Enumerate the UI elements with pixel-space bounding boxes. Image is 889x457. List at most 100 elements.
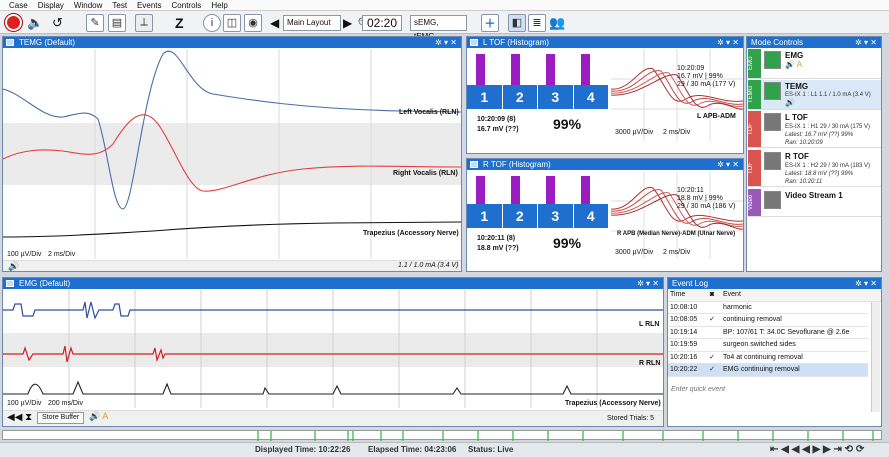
menu-case[interactable]: Case [4, 0, 33, 10]
camera-icon[interactable]: ◉ [244, 13, 262, 32]
event-row[interactable]: 10:20:16 ✓ To4 at continuing removal [668, 352, 868, 364]
playback-controls-icon[interactable]: ⇤ ◀ ◀ ◀ ▶ ▶ ⇥ ⟲ ⟳ [770, 444, 864, 455]
panel-tools-icon[interactable]: ✲ ▾ ✕ [717, 37, 739, 48]
timer-display[interactable]: 02:20 [362, 14, 402, 31]
rtof-percent: 99% [553, 235, 582, 251]
event-checkbox[interactable] [704, 339, 720, 351]
info-icon[interactable]: i [203, 13, 221, 32]
menu-help[interactable]: Help [206, 0, 232, 10]
speaker-icon[interactable]: 🔊 [785, 99, 795, 107]
rtof-scale: 3000 µV/Div [615, 249, 654, 256]
menu-events[interactable]: Events [132, 0, 166, 10]
mode-tab: Video [748, 189, 761, 216]
event-checkbox[interactable] [704, 302, 720, 314]
event-row[interactable]: 10:19:59 surgeon switched sides [668, 339, 868, 352]
event-row[interactable]: 10:08:10 harmonic [668, 302, 868, 314]
menu-test[interactable]: Test [107, 0, 132, 10]
ltof-title: L TOF (Histogram) [483, 38, 550, 47]
emg-timebase: 200 ms/Div [48, 400, 84, 407]
z-icon[interactable]: Z [175, 13, 184, 32]
event-list: 10:08:10 harmonic 10:08:05 ✓ continuing rem… [668, 302, 868, 377]
pulse-number: 4 [574, 204, 609, 228]
mode-detail: ES-IX 1 : H1 29 / 30 mA (175 V) [785, 124, 871, 130]
event-time: 10:20:22 [670, 366, 698, 373]
mode-toggle[interactable] [764, 51, 781, 69]
speaker-icon[interactable]: 🔊 [8, 261, 19, 272]
users-icon[interactable]: 👥 [549, 13, 565, 32]
history-icon[interactable]: ↺ [52, 13, 63, 32]
event-row[interactable]: 10:20:22 ✓ EMG continuing removal [668, 364, 868, 377]
mode-item-video[interactable]: Video Video Stream 1 [748, 189, 881, 217]
event-row[interactable]: 10:19:14 BP: 107/61 T: 34.0C Sevoflurane … [668, 327, 868, 339]
rtof-readout-mv: 18.8 mV | 99% [677, 195, 723, 202]
status-bar: Displayed Time: 10:22:26 Elapsed Time: 0… [0, 442, 889, 457]
edit-icon[interactable]: ▤ [108, 13, 126, 32]
mode-toggle[interactable] [764, 82, 781, 100]
add-icon[interactable]: ＋ [481, 13, 499, 32]
next-layout-button[interactable]: ▶ [343, 13, 352, 32]
layout-group: Main Layout [283, 13, 341, 32]
panel-tools-icon[interactable]: ✲ ▾ ✕ [435, 37, 457, 48]
emg-titlebar: EMG (Default) ✲ ▾ ✕ [3, 278, 663, 289]
stop-button[interactable] [5, 13, 22, 32]
displayed-time: Displayed Time: 10:22:26 [255, 445, 351, 454]
event-checkbox[interactable]: ✓ [704, 314, 720, 326]
panel-tools-icon[interactable]: ✲ ▾ ✕ [855, 278, 877, 289]
layout-select[interactable]: Main Layout [283, 14, 341, 31]
rtof-histogram [476, 176, 590, 207]
event-checkbox[interactable] [704, 327, 720, 339]
list-icon[interactable]: ≣ [528, 13, 546, 32]
ltof-readout-mv: 16.7 mV | 99% [677, 73, 723, 80]
mode-toggle[interactable] [764, 152, 781, 170]
mode-select[interactable]: sEMG, tEMG, [410, 14, 467, 41]
event-scrollbar[interactable] [871, 302, 880, 412]
mode-item-rtof[interactable]: TOF R TOF ES-IX 1 : H2 29 / 30 mA (183 V… [748, 150, 881, 187]
mute-icon[interactable]: 🔈 [27, 13, 43, 32]
speaker-icon[interactable]: 🔊 A [89, 411, 108, 422]
layout-icon[interactable]: ◧ [508, 13, 526, 32]
panel-tools-icon[interactable]: ✲ ▾ ✕ [637, 278, 659, 289]
pulse-number: 2 [503, 85, 538, 109]
mode-item-temg[interactable]: TEMG TEMG ES-IX 1 : L1 1.1 / 1.0 mA (3.4… [748, 80, 881, 110]
mode-title: Mode Controls [751, 38, 804, 47]
pulse-number: 3 [538, 85, 574, 109]
emg-panel: EMG (Default) ✲ ▾ ✕ L RLN R RLN Trapezius… [2, 277, 664, 427]
prev-layout-button[interactable]: ◀ [270, 13, 279, 32]
event-checkbox[interactable]: ✓ [704, 364, 720, 376]
histogram-bar [476, 176, 485, 207]
mode-toggle[interactable] [764, 113, 781, 131]
panel-tools-icon[interactable]: ✲ ▾ ✕ [855, 37, 877, 48]
menu-controls[interactable]: Controls [167, 0, 207, 10]
mode-item-ltof[interactable]: TOF L TOF ES-IX 1 : H1 29 / 30 mA (175 V… [748, 111, 881, 148]
elapsed-time: Elapsed Time: 04:23:06 [368, 445, 457, 454]
histogram-bar [546, 176, 555, 207]
pulse-number: 1 [467, 204, 503, 228]
event-row[interactable]: 10:08:05 ✓ continuing removal [668, 314, 868, 327]
temg-titlebar: TEMG (Default) ✲ ▾ ✕ [3, 37, 461, 48]
temg-panel: TEMG (Default) ✲ ▾ ✕ Left Vocalis (RLN) R… [2, 36, 462, 272]
ltof-time: 10:20:09 (8) [477, 116, 516, 123]
rtof-waveform [611, 171, 743, 259]
mode-toggle[interactable] [764, 191, 781, 209]
mode-ran: Ran: 10:20:11 [785, 179, 823, 185]
baseline-icon[interactable]: ⟂ [135, 13, 153, 32]
event-time: 10:08:05 [670, 316, 698, 323]
emg-title: EMG (Default) [19, 279, 71, 288]
window-icon[interactable]: ◫ [223, 13, 241, 32]
store-buffer-button[interactable]: Store Buffer [37, 412, 85, 424]
test-icon[interactable]: ✎ [86, 13, 104, 32]
left-vocalis-label: Left Vocalis (RLN) [399, 109, 459, 116]
temg-scale: 100 µV/Div [7, 251, 42, 258]
menu-display[interactable]: Display [33, 0, 69, 10]
rtof-titlebar: R TOF (Histogram) ✲ ▾ ✕ [467, 159, 743, 170]
mode-item-emg[interactable]: EMG EMG 🔊 A [748, 49, 881, 79]
speaker-icon[interactable]: 🔊 A [785, 61, 802, 69]
mode-titlebar: Mode Controls ✲ ▾ ✕ [747, 37, 881, 48]
temg-traces [3, 49, 461, 259]
rewind-icon[interactable]: ◀◀ ⧗ [7, 412, 32, 423]
panel-tools-icon[interactable]: ✲ ▾ ✕ [717, 159, 739, 170]
menu-window[interactable]: Window [69, 0, 107, 10]
timeline-bar[interactable] [2, 430, 882, 441]
quick-event-input[interactable] [671, 383, 867, 395]
event-checkbox[interactable]: ✓ [704, 352, 720, 364]
